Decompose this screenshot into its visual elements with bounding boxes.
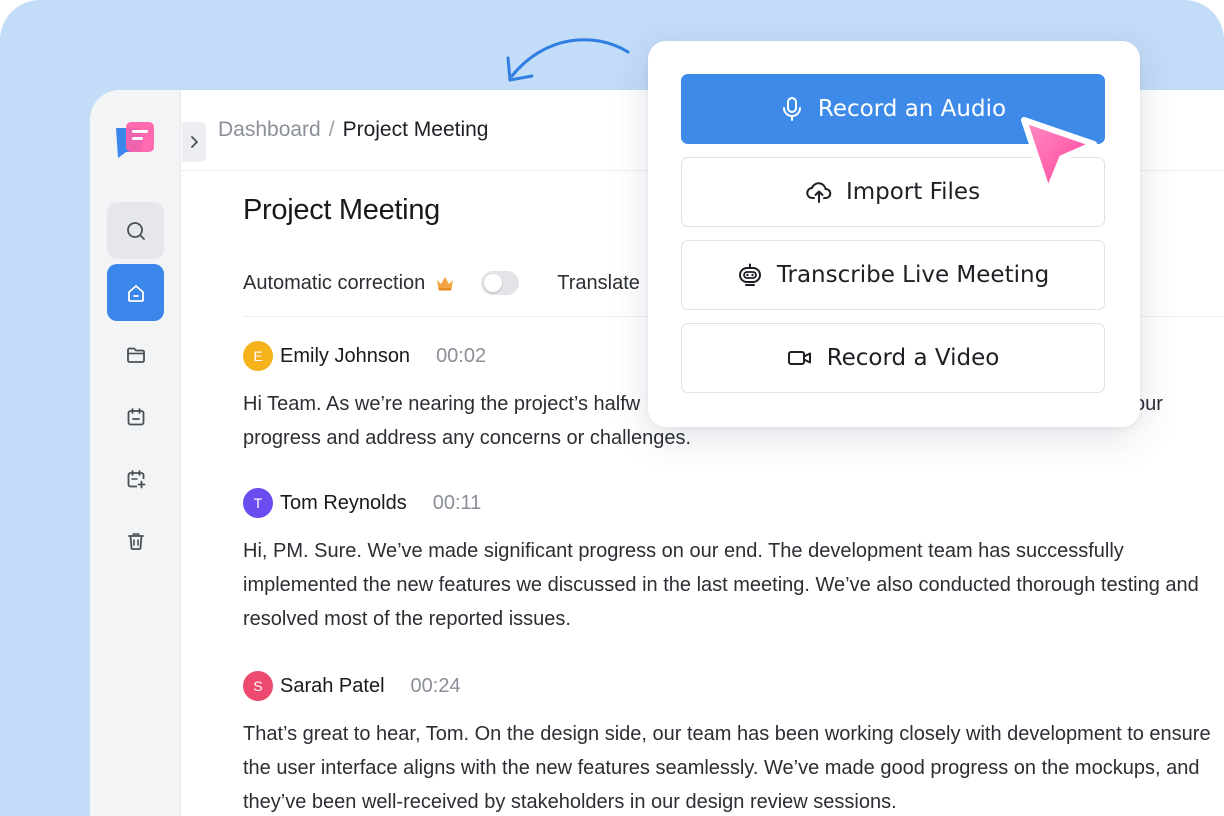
breadcrumb-current: Project Meeting (342, 118, 489, 141)
message-line: resolved most of the reported issues. (243, 608, 571, 630)
message-line: implemented the new features we discusse… (243, 574, 1199, 596)
speaker-name: Tom Reynolds (280, 491, 407, 514)
crown-icon (437, 277, 454, 291)
record-video-label: Record a Video (826, 345, 1000, 371)
sidebar-item-calendar-add[interactable] (107, 450, 164, 507)
search-icon (126, 221, 145, 240)
auto-correction-toggle[interactable] (481, 271, 520, 295)
sidebar (90, 90, 181, 816)
message-line: Hi, PM. Sure. We’ve made significant pro… (243, 540, 1124, 562)
timestamp[interactable]: 00:24 (411, 675, 461, 698)
transcript-message: T Tom Reynolds 00:11 Hi, PM. Sure. We’ve… (243, 488, 1224, 636)
new-transcription-menu: Record an Audio Import Files Transcribe … (648, 41, 1140, 427)
sidebar-item-trash[interactable] (107, 512, 164, 569)
breadcrumb: Dashboard / Project Meeting (218, 118, 488, 142)
transcribe-live-meeting-label: Transcribe Live Meeting (776, 262, 1050, 288)
sidebar-item-search[interactable] (107, 202, 164, 259)
speaker-name: Emily Johnson (280, 344, 411, 367)
timestamp[interactable]: 00:11 (433, 492, 482, 515)
sidebar-item-home[interactable] (107, 264, 164, 321)
transcript-message: S Sarah Patel 00:24 That’s great to hear… (243, 671, 1224, 816)
breadcrumb-separator: / (328, 118, 335, 141)
folder-icon (126, 347, 145, 363)
record-video-button[interactable]: Record a Video (681, 323, 1105, 393)
home-icon (127, 284, 144, 302)
sidebar-item-folder[interactable] (107, 326, 164, 383)
message-line: the user interface aligns with the new f… (243, 757, 1200, 779)
avatar: T (243, 488, 273, 518)
pointer-cursor-icon (1021, 117, 1097, 195)
avatar: S (243, 671, 273, 701)
calendar-icon (127, 407, 144, 425)
breadcrumb-root[interactable]: Dashboard (218, 118, 321, 141)
curved-arrow-icon (506, 38, 630, 82)
toggle-knob (484, 274, 503, 292)
timestamp[interactable]: 00:02 (436, 345, 486, 368)
page-title: Project Meeting (243, 194, 440, 226)
trash-icon (127, 532, 144, 550)
app-logo-icon (116, 122, 154, 158)
transcribe-live-meeting-button[interactable]: Transcribe Live Meeting (681, 240, 1105, 310)
message-text: Hi, PM. Sure. We’ve made significant pro… (243, 534, 1224, 636)
microphone-icon (782, 97, 801, 121)
translate-label[interactable]: Translate (557, 272, 640, 295)
transcript-controls: Automatic correction Translate (243, 268, 640, 298)
import-files-label: Import Files (845, 179, 981, 205)
message-text: That’s great to hear, Tom. On the design… (243, 717, 1224, 816)
auto-correction-label: Automatic correction (243, 271, 426, 294)
message-line: That’s great to hear, Tom. On the design… (243, 723, 1211, 745)
robot-icon (738, 263, 761, 286)
calendar-add-icon (127, 469, 145, 488)
message-line: they’ve been well-received by stakeholde… (243, 791, 897, 813)
sidebar-item-calendar[interactable] (107, 388, 164, 445)
cloud-upload-icon (806, 182, 832, 203)
avatar: E (243, 341, 273, 371)
speaker-name: Sarah Patel (280, 674, 385, 697)
record-audio-label: Record an Audio (817, 96, 1007, 122)
video-camera-icon (787, 351, 811, 365)
